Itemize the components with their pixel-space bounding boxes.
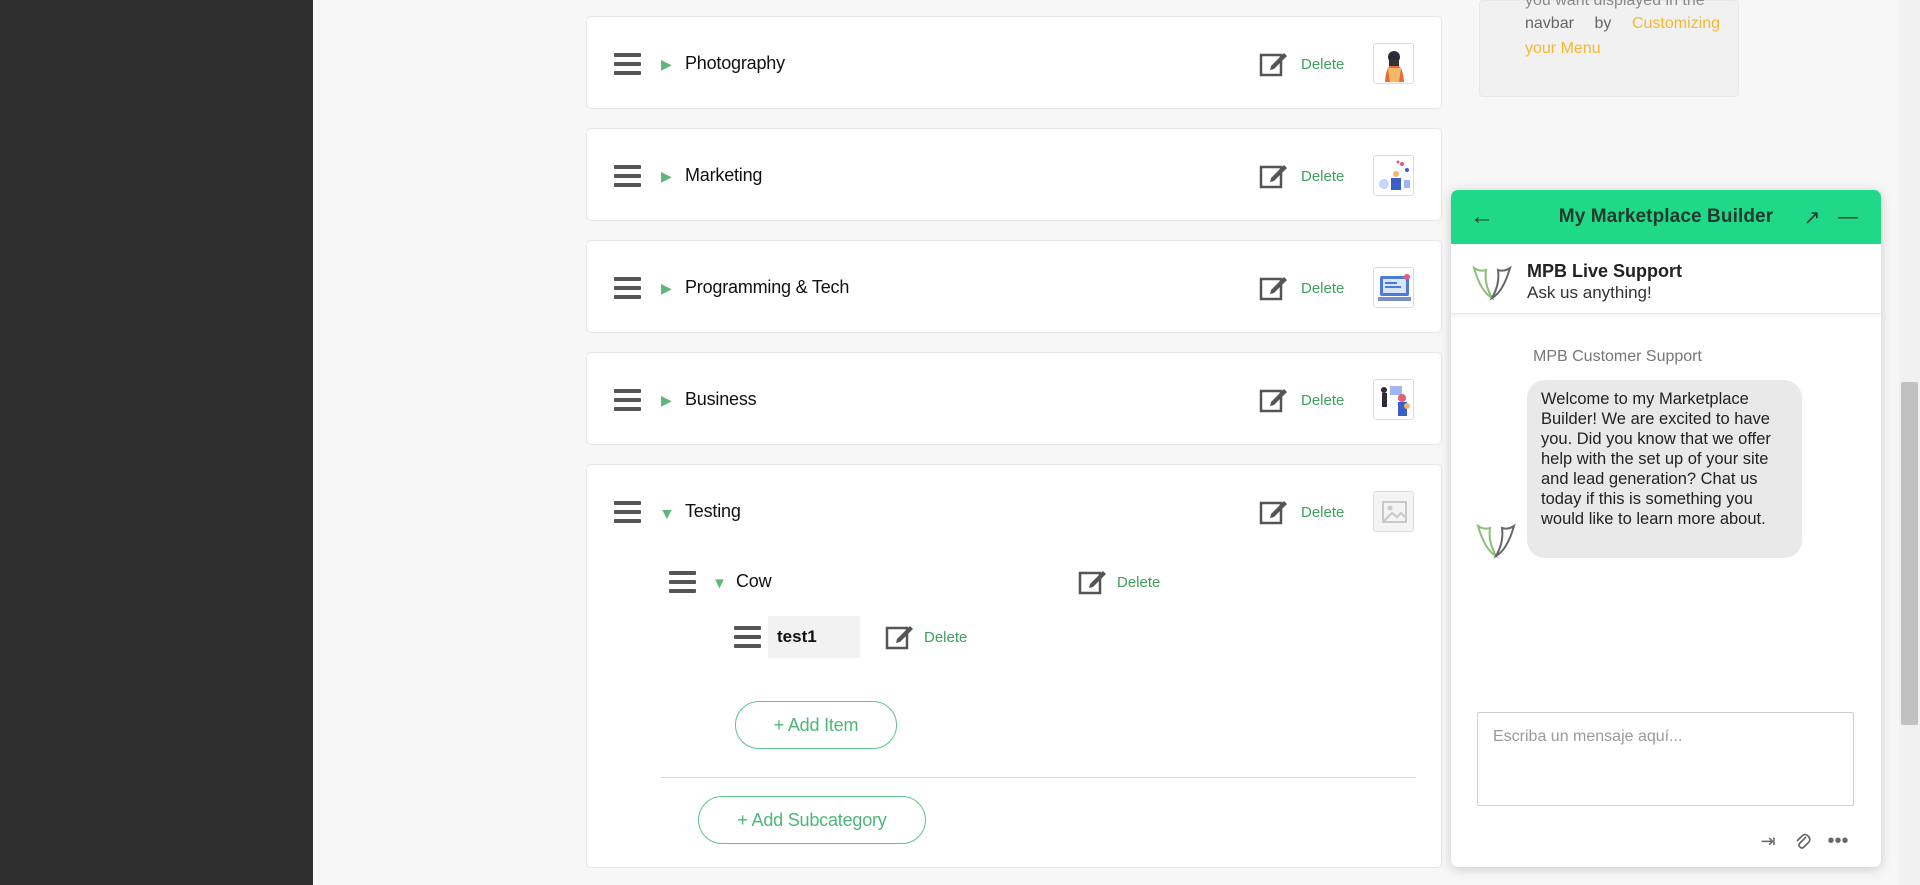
drag-handle-icon[interactable]: [614, 165, 641, 187]
category-thumbnail[interactable]: [1373, 267, 1414, 308]
subcategory-title: Cow: [736, 571, 772, 591]
edit-icon[interactable]: [1259, 50, 1288, 77]
message-bubble: Welcome to my Marketplace Builder! We ar…: [1527, 380, 1802, 558]
drag-handle-icon[interactable]: [614, 53, 641, 75]
collapse-caret-icon[interactable]: ▼: [659, 507, 675, 523]
add-subcategory-button[interactable]: + Add Subcategory: [698, 796, 926, 844]
category-card-photography: ▶ Photography Delete: [586, 16, 1442, 109]
divider: [661, 777, 1416, 778]
delete-link[interactable]: Delete: [1301, 504, 1344, 521]
placeholder-image-icon[interactable]: [1373, 491, 1414, 532]
agent-subtitle: Ask us anything!: [1527, 283, 1652, 302]
info-card-text: navbar by Customizing your Menu: [1525, 11, 1720, 61]
expand-caret-icon[interactable]: ▶: [661, 393, 672, 407]
add-item-button[interactable]: + Add Item: [735, 701, 897, 749]
agent-bar: MPB Live Support Ask us anything!: [1451, 244, 1881, 314]
category-title: Testing: [685, 501, 741, 521]
category-title: Business: [685, 389, 757, 409]
delete-link[interactable]: Delete: [1301, 56, 1344, 73]
drag-handle-icon[interactable]: [614, 501, 641, 523]
category-thumbnail[interactable]: [1373, 379, 1414, 420]
category-title: Programming & Tech: [685, 277, 850, 297]
category-card-marketing: ▶ Marketing Delete: [586, 128, 1442, 221]
category-thumbnail[interactable]: [1373, 155, 1414, 196]
chat-widget: ← My Marketplace Builder ↗ — MPB Live Su…: [1451, 190, 1881, 867]
edit-icon[interactable]: [1259, 498, 1288, 525]
delete-link[interactable]: Delete: [1301, 168, 1344, 185]
edit-icon[interactable]: [1078, 568, 1107, 595]
more-icon[interactable]: •••: [1827, 830, 1849, 852]
expand-caret-icon[interactable]: ▶: [661, 281, 672, 295]
delete-link[interactable]: Delete: [1301, 392, 1344, 409]
expand-icon[interactable]: ↗: [1800, 203, 1824, 231]
scrollbar-thumb[interactable]: [1901, 382, 1918, 725]
attach-icon[interactable]: [1792, 830, 1814, 852]
drag-handle-icon[interactable]: [669, 571, 696, 593]
drag-handle-icon[interactable]: [614, 277, 641, 299]
edit-icon[interactable]: [1259, 386, 1288, 413]
category-card-business: ▶ Business Delete: [586, 352, 1442, 445]
category-thumbnail[interactable]: [1373, 43, 1414, 84]
agent-name: MPB Live Support: [1527, 261, 1683, 281]
category-title: Photography: [685, 53, 785, 73]
drag-handle-icon[interactable]: [614, 389, 641, 411]
edit-icon[interactable]: [1259, 162, 1288, 189]
category-card-programming: ▶ Programming & Tech Delete: [586, 240, 1442, 333]
page-scrollbar[interactable]: [1899, 0, 1920, 885]
info-card-prefix: navbar by: [1525, 15, 1632, 32]
message-input[interactable]: Escriba un mensaje aquí...: [1477, 712, 1854, 806]
expand-caret-icon[interactable]: ▶: [661, 169, 672, 183]
edit-icon[interactable]: [1259, 274, 1288, 301]
minimize-icon[interactable]: —: [1836, 203, 1860, 231]
edit-icon[interactable]: [885, 623, 914, 650]
expand-caret-icon[interactable]: ▶: [661, 57, 672, 71]
category-card-testing: ▼ Testing Delete ▼ Cow Delete test1 Dele…: [586, 464, 1442, 868]
agent-logo-icon: [1476, 523, 1516, 559]
exit-icon[interactable]: ⇥: [1757, 830, 1779, 852]
delete-link[interactable]: Delete: [1301, 280, 1344, 297]
dark-side-panel: [0, 0, 313, 885]
menu-info-card: you want displayed in the navbar by Cust…: [1479, 0, 1739, 97]
chat-header: ← My Marketplace Builder ↗ —: [1451, 190, 1881, 244]
message-sender: MPB Customer Support: [1533, 348, 1702, 365]
collapse-caret-icon[interactable]: ▼: [712, 576, 727, 591]
item-name-field[interactable]: test1: [768, 616, 860, 658]
agent-logo-icon: [1472, 265, 1512, 301]
delete-link[interactable]: Delete: [924, 629, 967, 646]
category-title: Marketing: [685, 165, 763, 185]
drag-handle-icon[interactable]: [734, 626, 761, 648]
delete-link[interactable]: Delete: [1117, 574, 1160, 591]
